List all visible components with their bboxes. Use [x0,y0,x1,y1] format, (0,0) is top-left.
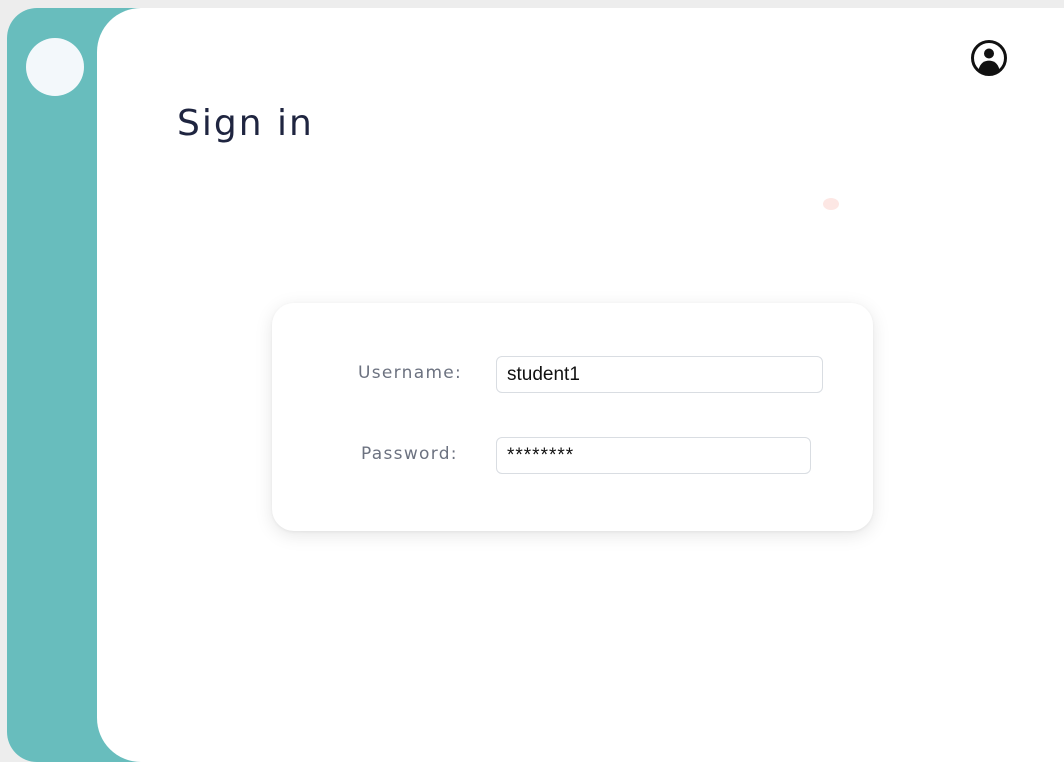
user-circle-icon[interactable] [970,39,1008,77]
username-label: Username: [358,363,463,383]
password-input[interactable] [496,437,811,474]
decorative-dot [823,198,839,210]
username-input[interactable] [496,356,823,393]
app-window: Sign in Username: Password: [7,8,1064,762]
page-title: Sign in [177,103,314,144]
sidebar-logo-dot[interactable] [26,38,84,96]
login-card: Username: Password: [272,303,873,531]
main-panel: Sign in Username: Password: [97,8,1064,762]
password-label: Password: [361,444,458,464]
